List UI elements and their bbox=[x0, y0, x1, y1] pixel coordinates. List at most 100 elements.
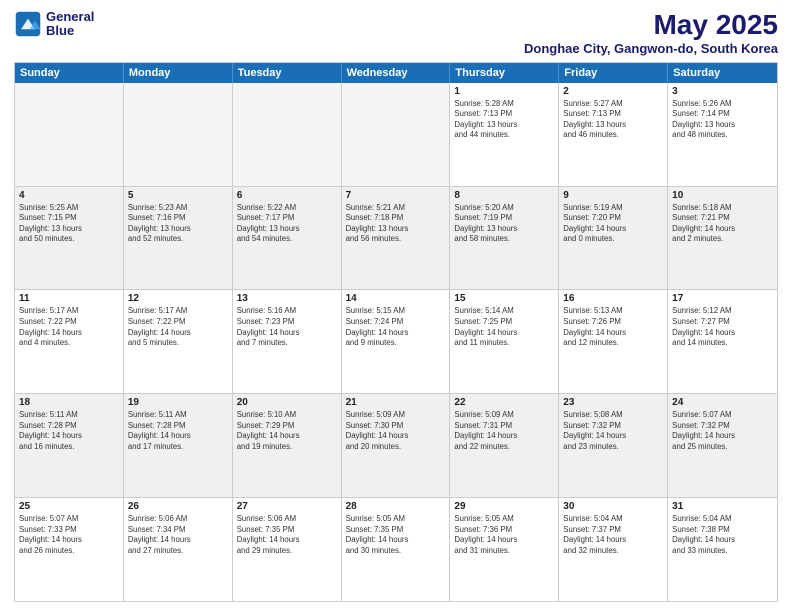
day-cell-25: 25Sunrise: 5:07 AM Sunset: 7:33 PM Dayli… bbox=[15, 498, 124, 601]
day-cell-2: 2 Sunrise: 5:27 AM Sunset: 7:13 PM Daylig… bbox=[559, 83, 668, 186]
calendar-row-3: 11 Sunrise: 5:17 AM Sunset: 7:22 PM Dayli… bbox=[15, 290, 777, 394]
logo-text: General Blue bbox=[46, 10, 94, 39]
day-info: Sunrise: 5:04 AM Sunset: 7:38 PM Dayligh… bbox=[672, 514, 773, 556]
header-day-sunday: Sunday bbox=[15, 63, 124, 83]
day-info: Sunrise: 5:10 AM Sunset: 7:29 PM Dayligh… bbox=[237, 410, 337, 452]
day-number: 4 bbox=[19, 190, 119, 201]
day-number: 26 bbox=[128, 501, 228, 512]
day-cell-8: 8 Sunrise: 5:20 AM Sunset: 7:19 PM Daylig… bbox=[450, 187, 559, 290]
day-info: Sunrise: 5:21 AM Sunset: 7:18 PM Dayligh… bbox=[346, 203, 446, 245]
day-cell-12: 12 Sunrise: 5:17 AM Sunset: 7:22 PM Dayli… bbox=[124, 290, 233, 393]
empty-cell-0-3 bbox=[342, 83, 451, 186]
day-cell-29: 29 Sunrise: 5:05 AM Sunset: 7:36 PM Dayli… bbox=[450, 498, 559, 601]
day-cell-21: 21Sunrise: 5:09 AM Sunset: 7:30 PM Dayli… bbox=[342, 394, 451, 497]
calendar-body: 1 Sunrise: 5:28 AM Sunset: 7:13 PM Daylig… bbox=[15, 83, 777, 601]
day-number: 24 bbox=[672, 397, 773, 408]
calendar: SundayMondayTuesdayWednesdayThursdayFrid… bbox=[14, 62, 778, 602]
day-cell-1: 1 Sunrise: 5:28 AM Sunset: 7:13 PM Daylig… bbox=[450, 83, 559, 186]
day-cell-4: 4Sunrise: 5:25 AM Sunset: 7:15 PM Daylig… bbox=[15, 187, 124, 290]
day-number: 8 bbox=[454, 190, 554, 201]
day-number: 22 bbox=[454, 397, 554, 408]
day-cell-9: 9 Sunrise: 5:19 AM Sunset: 7:20 PM Daylig… bbox=[559, 187, 668, 290]
day-number: 7 bbox=[346, 190, 446, 201]
day-info: Sunrise: 5:28 AM Sunset: 7:13 PM Dayligh… bbox=[454, 99, 554, 141]
day-cell-23: 23Sunrise: 5:08 AM Sunset: 7:32 PM Dayli… bbox=[559, 394, 668, 497]
page: General Blue May 2025 Donghae City, Gang… bbox=[0, 0, 792, 612]
calendar-row-1: 1 Sunrise: 5:28 AM Sunset: 7:13 PM Daylig… bbox=[15, 83, 777, 187]
day-cell-17: 17Sunrise: 5:12 AM Sunset: 7:27 PM Dayli… bbox=[668, 290, 777, 393]
day-cell-30: 30 Sunrise: 5:04 AM Sunset: 7:37 PM Dayli… bbox=[559, 498, 668, 601]
day-info: Sunrise: 5:27 AM Sunset: 7:13 PM Dayligh… bbox=[563, 99, 663, 141]
day-cell-15: 15Sunrise: 5:14 AM Sunset: 7:25 PM Dayli… bbox=[450, 290, 559, 393]
day-info: Sunrise: 5:18 AM Sunset: 7:21 PM Dayligh… bbox=[672, 203, 773, 245]
calendar-row-2: 4Sunrise: 5:25 AM Sunset: 7:15 PM Daylig… bbox=[15, 187, 777, 291]
main-title: May 2025 bbox=[524, 10, 778, 41]
day-number: 5 bbox=[128, 190, 228, 201]
day-number: 11 bbox=[19, 293, 119, 304]
day-info: Sunrise: 5:04 AM Sunset: 7:37 PM Dayligh… bbox=[563, 514, 663, 556]
day-info: Sunrise: 5:11 AM Sunset: 7:28 PM Dayligh… bbox=[128, 410, 228, 452]
empty-cell-0-0 bbox=[15, 83, 124, 186]
day-cell-22: 22Sunrise: 5:09 AM Sunset: 7:31 PM Dayli… bbox=[450, 394, 559, 497]
day-cell-19: 19 Sunrise: 5:11 AM Sunset: 7:28 PM Dayli… bbox=[124, 394, 233, 497]
header-day-friday: Friday bbox=[559, 63, 668, 83]
day-info: Sunrise: 5:09 AM Sunset: 7:30 PM Dayligh… bbox=[346, 410, 446, 452]
day-info: Sunrise: 5:26 AM Sunset: 7:14 PM Dayligh… bbox=[672, 99, 773, 141]
header-day-monday: Monday bbox=[124, 63, 233, 83]
day-cell-26: 26 Sunrise: 5:06 AM Sunset: 7:34 PM Dayli… bbox=[124, 498, 233, 601]
day-number: 1 bbox=[454, 86, 554, 97]
day-number: 13 bbox=[237, 293, 337, 304]
day-cell-14: 14 Sunrise: 5:15 AM Sunset: 7:24 PM Dayli… bbox=[342, 290, 451, 393]
day-info: Sunrise: 5:07 AM Sunset: 7:33 PM Dayligh… bbox=[19, 514, 119, 556]
day-number: 31 bbox=[672, 501, 773, 512]
day-number: 18 bbox=[19, 397, 119, 408]
day-info: Sunrise: 5:22 AM Sunset: 7:17 PM Dayligh… bbox=[237, 203, 337, 245]
day-cell-20: 20Sunrise: 5:10 AM Sunset: 7:29 PM Dayli… bbox=[233, 394, 342, 497]
calendar-row-4: 18 Sunrise: 5:11 AM Sunset: 7:28 PM Dayli… bbox=[15, 394, 777, 498]
day-number: 9 bbox=[563, 190, 663, 201]
logo-icon bbox=[14, 10, 42, 38]
day-info: Sunrise: 5:14 AM Sunset: 7:25 PM Dayligh… bbox=[454, 306, 554, 348]
day-cell-3: 3Sunrise: 5:26 AM Sunset: 7:14 PM Daylig… bbox=[668, 83, 777, 186]
logo: General Blue bbox=[14, 10, 94, 39]
day-info: Sunrise: 5:06 AM Sunset: 7:35 PM Dayligh… bbox=[237, 514, 337, 556]
day-number: 14 bbox=[346, 293, 446, 304]
day-info: Sunrise: 5:11 AM Sunset: 7:28 PM Dayligh… bbox=[19, 410, 119, 452]
day-cell-24: 24Sunrise: 5:07 AM Sunset: 7:32 PM Dayli… bbox=[668, 394, 777, 497]
day-cell-10: 10 Sunrise: 5:18 AM Sunset: 7:21 PM Dayli… bbox=[668, 187, 777, 290]
day-cell-16: 16 Sunrise: 5:13 AM Sunset: 7:26 PM Dayli… bbox=[559, 290, 668, 393]
header-day-thursday: Thursday bbox=[450, 63, 559, 83]
header-day-wednesday: Wednesday bbox=[342, 63, 451, 83]
empty-cell-0-2 bbox=[233, 83, 342, 186]
day-number: 12 bbox=[128, 293, 228, 304]
day-number: 6 bbox=[237, 190, 337, 201]
empty-cell-0-1 bbox=[124, 83, 233, 186]
day-info: Sunrise: 5:06 AM Sunset: 7:34 PM Dayligh… bbox=[128, 514, 228, 556]
day-cell-13: 13 Sunrise: 5:16 AM Sunset: 7:23 PM Dayli… bbox=[233, 290, 342, 393]
day-number: 27 bbox=[237, 501, 337, 512]
day-cell-5: 5 Sunrise: 5:23 AM Sunset: 7:16 PM Daylig… bbox=[124, 187, 233, 290]
day-number: 2 bbox=[563, 86, 663, 97]
title-block: May 2025 Donghae City, Gangwon-do, South… bbox=[524, 10, 778, 56]
day-info: Sunrise: 5:19 AM Sunset: 7:20 PM Dayligh… bbox=[563, 203, 663, 245]
day-info: Sunrise: 5:23 AM Sunset: 7:16 PM Dayligh… bbox=[128, 203, 228, 245]
day-info: Sunrise: 5:20 AM Sunset: 7:19 PM Dayligh… bbox=[454, 203, 554, 245]
day-number: 30 bbox=[563, 501, 663, 512]
day-info: Sunrise: 5:16 AM Sunset: 7:23 PM Dayligh… bbox=[237, 306, 337, 348]
day-number: 16 bbox=[563, 293, 663, 304]
day-info: Sunrise: 5:15 AM Sunset: 7:24 PM Dayligh… bbox=[346, 306, 446, 348]
day-info: Sunrise: 5:17 AM Sunset: 7:22 PM Dayligh… bbox=[128, 306, 228, 348]
day-number: 28 bbox=[346, 501, 446, 512]
day-number: 23 bbox=[563, 397, 663, 408]
day-number: 17 bbox=[672, 293, 773, 304]
day-info: Sunrise: 5:13 AM Sunset: 7:26 PM Dayligh… bbox=[563, 306, 663, 348]
day-info: Sunrise: 5:05 AM Sunset: 7:36 PM Dayligh… bbox=[454, 514, 554, 556]
day-number: 10 bbox=[672, 190, 773, 201]
day-number: 29 bbox=[454, 501, 554, 512]
calendar-header: SundayMondayTuesdayWednesdayThursdayFrid… bbox=[15, 63, 777, 83]
header-day-saturday: Saturday bbox=[668, 63, 777, 83]
day-cell-27: 27 Sunrise: 5:06 AM Sunset: 7:35 PM Dayli… bbox=[233, 498, 342, 601]
day-number: 19 bbox=[128, 397, 228, 408]
header: General Blue May 2025 Donghae City, Gang… bbox=[14, 10, 778, 56]
calendar-row-5: 25Sunrise: 5:07 AM Sunset: 7:33 PM Dayli… bbox=[15, 498, 777, 601]
